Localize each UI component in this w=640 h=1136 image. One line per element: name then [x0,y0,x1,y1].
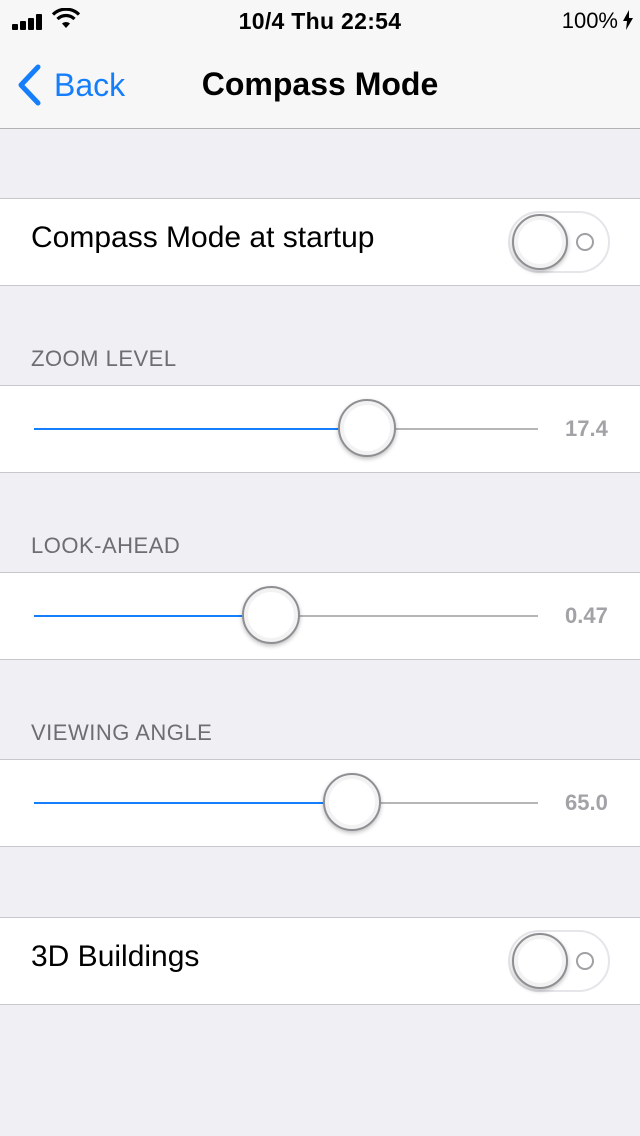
slider-fill [34,802,352,804]
toggle-knob [512,214,568,270]
compass-startup-row: Compass Mode at startup [0,198,640,286]
status-bar: 10/4 Thu 22:54 100% [0,0,640,40]
slider-fill [34,428,367,430]
zoom-level-value: 17.4 [565,416,608,441]
viewing-angle-row: 65.0 [0,759,640,847]
slider-thumb[interactable] [323,773,381,831]
slider-thumb[interactable] [242,586,300,644]
viewing-angle-header: VIEWING ANGLE [31,720,213,745]
viewing-angle-slider[interactable] [34,773,538,831]
look-ahead-slider[interactable] [34,586,538,644]
slider-thumb[interactable] [338,399,396,457]
3d-buildings-toggle[interactable] [508,930,610,992]
3d-buildings-row: 3D Buildings [0,917,640,1005]
compass-startup-label: Compass Mode at startup [31,221,375,254]
look-ahead-header: LOOK-AHEAD [31,533,181,558]
look-ahead-value: 0.47 [565,603,608,628]
page-title: Compass Mode [201,66,439,102]
zoom-level-slider[interactable] [34,399,538,457]
status-time: 10/4 Thu 22:54 [238,8,402,34]
look-ahead-row: 0.47 [0,572,640,660]
viewing-angle-value: 65.0 [565,790,608,815]
navigation-bar: Back Compass Mode [0,40,640,129]
toggle-off-indicator [576,952,594,970]
battery-percentage: 100% [561,8,618,33]
toggle-knob [512,933,568,989]
zoom-level-row: 17.4 [0,385,640,473]
3d-buildings-label: 3D Buildings [31,940,200,973]
slider-fill [34,615,271,617]
toggle-off-indicator [576,233,594,251]
compass-startup-toggle[interactable] [508,211,610,273]
zoom-level-header: ZOOM LEVEL [31,346,177,371]
charging-bolt-icon [623,10,633,30]
